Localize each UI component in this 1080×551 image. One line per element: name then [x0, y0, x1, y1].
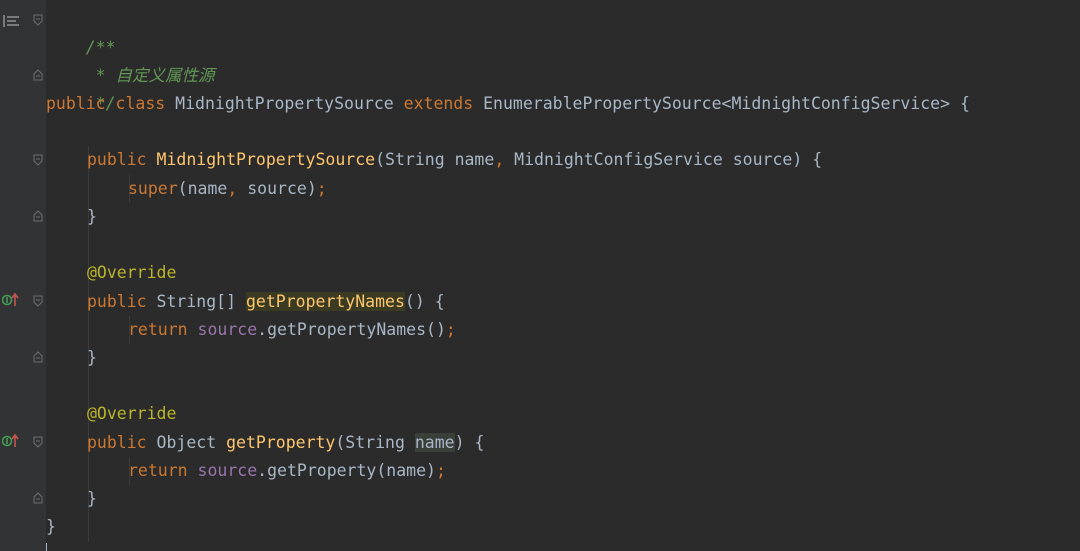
keyword: extends: [403, 94, 474, 113]
param-name-highlighted: name: [414, 433, 455, 452]
closing-brace: }: [87, 348, 97, 367]
code-line: public class MidnightPropertySource exte…: [46, 90, 970, 118]
text-cursor: [46, 543, 47, 551]
keyword: public: [87, 433, 147, 452]
param-list: MidnightConfigService source) {: [504, 150, 823, 169]
field-ref: source: [197, 461, 258, 480]
method-rest: ) {: [454, 433, 485, 452]
class-name: MidnightPropertySource: [175, 94, 394, 113]
constructor-name: MidnightPropertySource: [156, 150, 376, 169]
comma: ,: [227, 179, 238, 198]
field-ref: source: [197, 320, 258, 339]
code-line: @Override: [87, 259, 176, 287]
args: (name: [177, 179, 228, 198]
code-line: */: [46, 62, 116, 113]
fold-marker-icon[interactable]: [33, 436, 43, 448]
fold-marker-icon[interactable]: [33, 69, 43, 81]
semicolon: ;: [435, 461, 446, 480]
keyword: return: [128, 320, 188, 339]
fold-marker-icon[interactable]: [33, 492, 43, 504]
code-line: super(name, source);: [128, 175, 327, 203]
closing-brace: }: [87, 207, 97, 226]
code-line: public String[] getPropertyNames() {: [87, 288, 445, 316]
return-type: String[]: [156, 292, 237, 311]
semicolon: ;: [445, 320, 456, 339]
keyword: return: [128, 461, 188, 480]
method-name-highlighted: getPropertyNames: [245, 292, 405, 311]
annotation: @Override: [87, 263, 177, 282]
param-list: (String name: [375, 150, 495, 169]
method-name: getProperty: [226, 433, 336, 452]
keyword: super: [128, 179, 178, 198]
keyword: public: [46, 94, 106, 113]
code-editor[interactable]: /** * 自定义属性源 */ public class MidnightPro…: [46, 0, 1080, 551]
keyword: class: [115, 94, 166, 113]
code-line: @Override: [87, 400, 176, 428]
keyword: public: [87, 292, 147, 311]
fold-marker-icon[interactable]: [33, 210, 43, 222]
keyword: public: [87, 150, 147, 169]
code-line: }: [87, 344, 97, 372]
code-line: }: [87, 203, 97, 231]
override-method-icon[interactable]: [1, 292, 22, 308]
code-line: return source.getPropertyNames();: [128, 316, 456, 344]
method-call: .getPropertyNames(): [257, 320, 446, 339]
semicolon: ;: [316, 179, 327, 198]
override-method-icon[interactable]: [1, 433, 22, 449]
editor-gutter: [0, 0, 46, 551]
code-line: /**: [46, 6, 116, 57]
fold-marker-icon[interactable]: [33, 351, 43, 363]
code-line: public MidnightPropertySource(String nam…: [87, 146, 822, 174]
return-type: Object: [156, 433, 217, 452]
fold-marker-icon[interactable]: [33, 14, 43, 26]
code-line: }: [87, 485, 97, 513]
fold-marker-icon[interactable]: [33, 295, 43, 307]
code-line: return source.getProperty(name);: [128, 457, 446, 485]
args: source): [237, 179, 317, 198]
closing-brace: }: [46, 517, 56, 536]
superclass: EnumerablePropertySource<MidnightConfigS…: [483, 94, 970, 113]
method-call: .getProperty(name): [257, 461, 436, 480]
param-list: (String: [335, 433, 415, 452]
code-line: * 自定义属性源: [46, 34, 215, 85]
closing-brace: }: [87, 489, 97, 508]
code-line: public Object getProperty(String name) {: [87, 429, 484, 457]
fold-marker-icon[interactable]: [33, 154, 43, 166]
comma: ,: [494, 150, 505, 169]
annotation: @Override: [87, 404, 177, 423]
structure-list-icon[interactable]: [3, 12, 19, 27]
method-rest: () {: [404, 292, 445, 311]
code-line: }: [46, 513, 56, 541]
